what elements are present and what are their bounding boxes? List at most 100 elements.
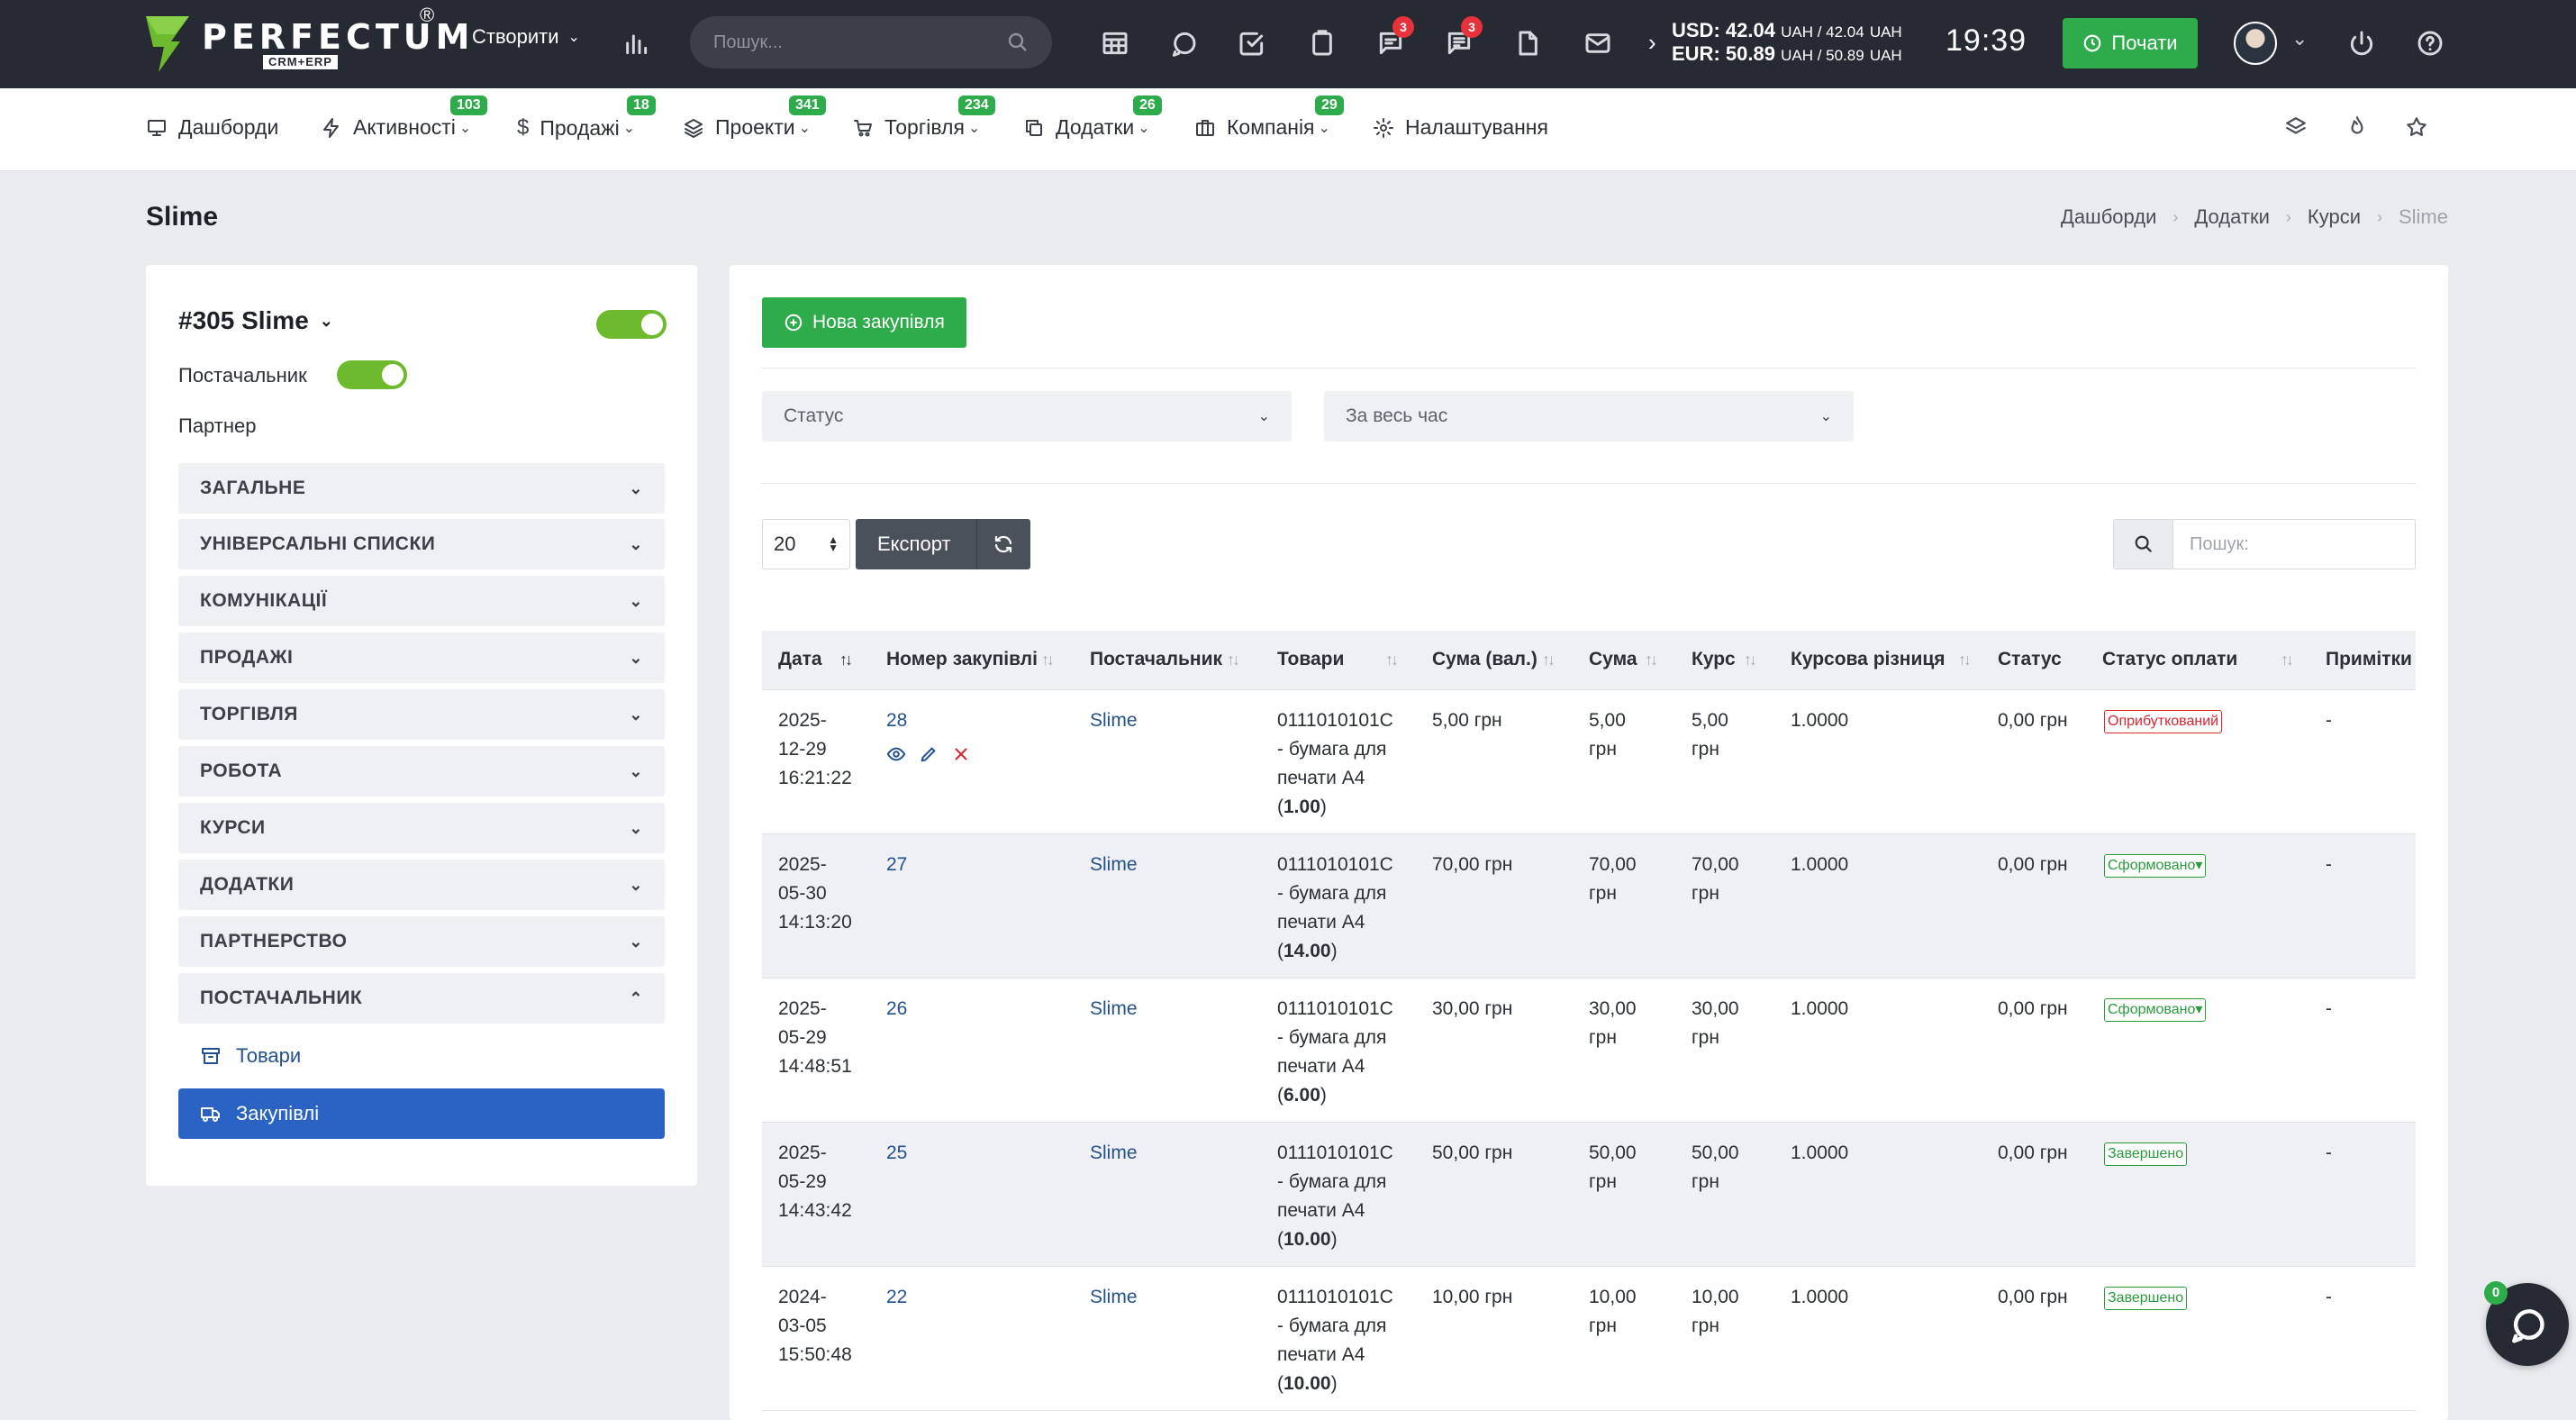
cell-supplier[interactable]: Slime [1090,1139,1138,1168]
payment-status-badge[interactable]: Оприбуткований [2104,710,2223,733]
global-search-input[interactable] [713,32,993,53]
section-work[interactable]: РОБОТА ⌄ [178,746,665,796]
menu-settings[interactable]: Налаштування [1373,115,1548,140]
power-icon[interactable] [2344,25,2380,61]
col-goods[interactable]: Товари [1277,649,1344,670]
entity-title[interactable]: #305 Slime ⌄ [178,306,333,335]
help-icon[interactable] [2412,25,2448,61]
menu-trade[interactable]: Торгівля ⌄ 234 [852,96,995,140]
export-button[interactable]: Експорт [856,519,976,569]
section-partnership[interactable]: ПАРТНЕРСТВО ⌄ [178,916,665,967]
col-rate-diff[interactable]: Курсова різниця [1791,649,1946,670]
breadcrumb-item[interactable]: Дашборди [2061,205,2156,229]
breadcrumb-item[interactable]: Курси [2308,205,2361,229]
refresh-button[interactable] [975,519,1030,569]
support-chat-button[interactable]: 0 [2484,1281,2569,1366]
section-addons[interactable]: ДОДАТКИ ⌄ [178,860,665,910]
menu-company[interactable]: Компанія ⌄ 29 [1194,96,1344,140]
goods-qty: 10.00 [1283,1229,1331,1250]
fire-icon[interactable] [2345,115,2374,144]
col-supplier[interactable]: Постачальник [1090,649,1222,670]
cell-supplier[interactable]: Slime [1090,995,1138,1024]
menu-addons[interactable]: Додатки ⌄ 26 [1023,96,1162,140]
cell-rate-diff: 1.0000 [1791,854,1849,875]
cell-number[interactable]: 25 [886,1139,907,1168]
cell-supplier[interactable]: Slime [1090,851,1138,879]
cell-number[interactable]: 28 [886,706,907,735]
col-number[interactable]: Номер закупівлі [886,649,1038,670]
menu-sales[interactable]: $ Продажі ⌄ 18 [517,96,656,141]
section-general[interactable]: ЗАГАЛЬНЕ ⌄ [178,463,665,514]
file-icon[interactable] [1510,25,1546,61]
create-menu-button[interactable]: Створити ⌄ [472,25,580,49]
col-sum[interactable]: Сума [1589,649,1637,670]
close-icon[interactable] [951,744,971,764]
sort-icon[interactable]: ↑↓ [1227,651,1240,669]
period-filter-select[interactable]: За весь час ⌄ [1324,391,1854,441]
task-check-icon[interactable] [1234,25,1270,61]
chevron-down-icon[interactable]: ⌄ [2291,27,2308,50]
menu-activities[interactable]: Активності ⌄ 103 [321,96,487,140]
col-sum-currency[interactable]: Сума (вал.) [1432,649,1537,670]
stats-icon[interactable] [618,25,654,61]
section-universal-lists[interactable]: УНІВЕРСАЛЬНІ СПИСКИ ⌄ [178,519,665,569]
payment-status-dropdown[interactable]: Сформовано▾ [2104,854,2207,878]
sort-icon[interactable]: ↑↓ [1542,651,1556,669]
mail-icon[interactable] [1580,25,1616,61]
sort-icon[interactable]: ↑↓ [1744,651,1757,669]
section-trade[interactable]: ТОРГІВЛЯ ⌄ [178,689,665,740]
clipboard-icon[interactable] [1304,25,1340,61]
cell-number[interactable]: 27 [886,851,907,879]
payment-status-dropdown[interactable]: Сформовано▾ [2104,998,2207,1022]
layers-toggle-icon[interactable] [2284,115,2313,144]
calendar-table-icon[interactable] [1097,25,1133,61]
menu-dashboards[interactable]: Дашборди [146,115,278,140]
supplier-toggle[interactable] [337,360,407,389]
comments-icon[interactable]: 3 [1441,16,1483,61]
global-search[interactable] [690,16,1052,68]
sort-icon[interactable]: ↑↓ [1041,651,1055,669]
start-timer-button[interactable]: Почати [2063,18,2198,68]
status-filter-select[interactable]: Статус ⌄ [762,391,1292,441]
avatar[interactable] [2234,22,2277,65]
sort-icon[interactable]: ↑↓ [1958,651,1972,669]
cell-supplier[interactable]: Slime [1090,706,1138,735]
cell-supplier[interactable]: Slime [1090,1283,1138,1312]
entity-active-toggle[interactable] [596,310,667,339]
section-sales[interactable]: ПРОДАЖІ ⌄ [178,633,665,683]
section-label: КОМУНІКАЦІЇ [200,590,328,611]
new-purchase-button[interactable]: Нова закупівля [762,297,966,348]
menu-projects[interactable]: Проекти ⌄ 341 [683,96,826,140]
messages-icon[interactable]: 3 [1373,16,1414,61]
sort-icon[interactable]: ↑↓ [1645,651,1658,669]
cell-goods: 0111010101C - бумага для печати А4 (10.00) [1277,1139,1393,1254]
section-communications[interactable]: КОМУНІКАЦІЇ ⌄ [178,576,665,626]
col-notes[interactable]: Примітки [2326,649,2412,670]
sort-icon[interactable]: ↑↓ [839,651,853,669]
chat-bubble-icon[interactable] [1166,25,1202,61]
section-supplier[interactable]: ПОСТАЧАЛЬНИК ⌃ [178,973,665,1024]
date-part: 2025- [778,854,827,875]
sort-icon[interactable]: ↑↓ [1385,651,1399,669]
per-page-select[interactable]: 20 ▲ ▼ [762,519,850,569]
sort-icon[interactable]: ↑↓ [2281,651,2294,669]
cell-number[interactable]: 26 [886,995,907,1024]
cell-rate-diff: 1.0000 [1791,1142,1849,1163]
col-date[interactable]: Дата [778,649,822,670]
breadcrumb-item[interactable]: Додатки [2194,205,2269,229]
cell-number[interactable]: 22 [886,1283,907,1312]
sub-item-purchases[interactable]: Закупівлі [178,1088,665,1139]
col-status[interactable]: Статус [1998,649,2062,670]
sub-item-goods[interactable]: Товари [178,1031,665,1081]
chevron-right-icon[interactable]: › [1648,29,1656,57]
star-icon[interactable] [2405,115,2434,144]
eye-icon[interactable] [886,744,906,764]
payment-status-badge[interactable]: Завершено [2104,1142,2188,1166]
pencil-icon[interactable] [919,744,939,764]
payment-status-badge[interactable]: Завершено [2104,1287,2188,1310]
section-courses[interactable]: КУРСИ ⌄ [178,803,665,853]
table-search-input[interactable] [2173,520,2408,569]
col-payment-status[interactable]: Статус оплати [2102,649,2237,670]
rate-unit: грн [1692,1027,1719,1048]
col-rate[interactable]: Курс [1692,649,1736,670]
